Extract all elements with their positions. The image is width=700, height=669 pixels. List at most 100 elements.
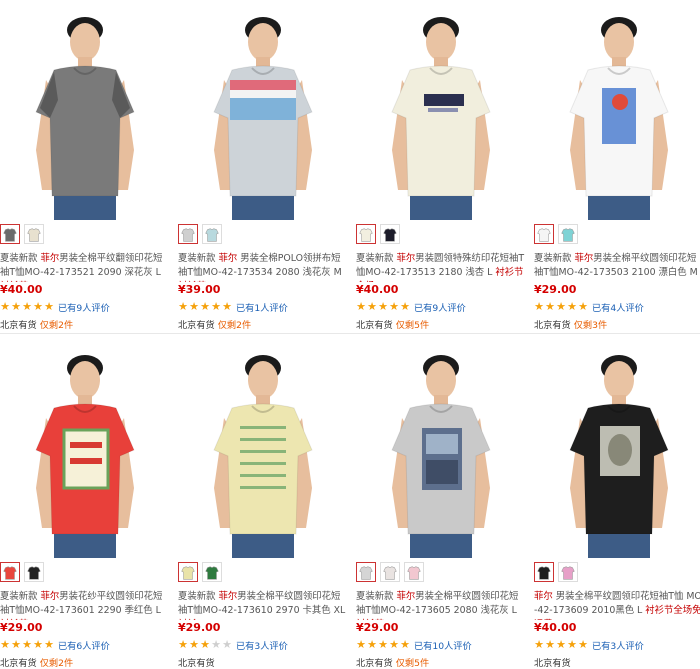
product-title[interactable]: 夏装新款 菲尔男装花纱平纹圆领印花短袖T恤MO-42-173601 2290 季… (0, 590, 170, 620)
color-swatch[interactable] (356, 562, 376, 582)
product-card[interactable]: 夏装新款 菲尔 男装全棉POLO领拼布短袖T恤MO-42-173534 2080… (178, 0, 348, 331)
star-icon: ★ (211, 638, 221, 651)
stock-location: 北京有货 (178, 320, 215, 331)
color-swatch[interactable] (202, 224, 222, 244)
color-swatch[interactable] (534, 224, 554, 244)
star-icon: ★ (211, 300, 221, 313)
stock-status: 北京有货 仅剩3件 (534, 317, 607, 331)
brand-name: 菲尔 (534, 591, 553, 602)
title-prefix: 夏装新款 (0, 591, 41, 602)
product-card[interactable]: 夏装新款 菲尔男装全棉平纹圆领印花短袖T恤MO-42-173605 2080 浅… (356, 338, 526, 669)
color-swatch[interactable] (534, 562, 554, 582)
brand-name: 菲尔 (40, 591, 60, 602)
product-title[interactable]: 夏装新款 菲尔男装全棉平纹翻领印花短袖T恤MO-42-173521 2090 深… (0, 252, 170, 282)
star-icon: ★ (578, 300, 588, 313)
color-swatch[interactable] (380, 224, 400, 244)
color-swatch[interactable] (178, 562, 198, 582)
product-card[interactable]: 菲尔 男装全棉平纹圆领印花短袖T恤 MO-42-173609 2010黑色 L … (534, 338, 700, 669)
product-card[interactable]: 夏装新款 菲尔男装圆领特殊纺印花短袖T恤MO-42-173513 2180 浅杏… (356, 0, 526, 331)
color-swatch[interactable] (404, 562, 424, 582)
model-photo (0, 338, 170, 558)
review-count-link[interactable]: 已有3人评价 (592, 638, 644, 652)
model-photo (0, 0, 170, 220)
promo-tag: 衬衫节 (356, 619, 384, 620)
product-title[interactable]: 夏装新款 菲尔男装圆领特殊纺印花短袖T恤MO-42-173513 2180 浅杏… (356, 252, 526, 282)
star-icon: ★ (356, 300, 366, 313)
product-image[interactable] (0, 0, 170, 220)
color-swatch[interactable] (202, 562, 222, 582)
product-image[interactable] (356, 0, 526, 220)
brand-name: 菲尔 (574, 253, 594, 264)
star-icon: ★ (222, 638, 232, 651)
tshirt-icon (537, 566, 551, 580)
star-icon: ★ (545, 300, 555, 313)
color-swatch[interactable] (0, 562, 20, 582)
product-card[interactable]: 夏装新款 菲尔男装全棉平纹翻领印花短袖T恤MO-42-173521 2090 深… (0, 0, 170, 331)
product-title[interactable]: 夏装新款 菲尔男装全棉平纹圆领印花短袖T恤MO-42-173503 2100 漂… (534, 252, 700, 282)
product-image[interactable] (534, 338, 700, 558)
tshirt-icon (561, 566, 575, 580)
color-swatch[interactable] (178, 224, 198, 244)
color-swatch[interactable] (558, 224, 578, 244)
product-price: ¥29.00 (0, 621, 43, 634)
color-swatch[interactable] (24, 224, 44, 244)
color-swatch[interactable] (356, 224, 376, 244)
product-price: ¥40.00 (0, 283, 43, 296)
review-count-link[interactable]: 已有10人评价 (414, 638, 472, 652)
product-title[interactable]: 菲尔 男装全棉平纹圆领印花短袖T恤 MO-42-173609 2010黑色 L … (534, 590, 700, 620)
product-title[interactable]: 夏装新款 菲尔 男装全棉POLO领拼布短袖T恤MO-42-173534 2080… (178, 252, 348, 282)
stock-remaining: 仅剩5件 (395, 658, 430, 669)
star-icon: ★ (178, 638, 188, 651)
star-icon: ★ (534, 300, 544, 313)
star-icon: ★ (222, 300, 232, 313)
product-image[interactable] (0, 338, 170, 558)
product-title[interactable]: 夏装新款 菲尔男装全棉平纹圆领印花短袖T恤MO-42-173610 2970 卡… (178, 590, 348, 620)
star-icon: ★ (0, 300, 10, 313)
title-prefix: 夏装新款 (356, 591, 397, 602)
star-icon: ★ (389, 638, 399, 651)
product-image[interactable] (178, 0, 348, 220)
star-icon: ★ (356, 638, 366, 651)
star-icon: ★ (0, 638, 10, 651)
tshirt-icon (359, 228, 373, 242)
color-swatch[interactable] (558, 562, 578, 582)
star-icon: ★ (389, 300, 399, 313)
star-icon: ★ (44, 638, 54, 651)
tshirt-icon (537, 228, 551, 242)
promo-tag: 衬衫节 (0, 281, 28, 282)
color-swatch[interactable] (0, 224, 20, 244)
stock-status: 北京有货 (534, 655, 574, 669)
product-image[interactable] (178, 338, 348, 558)
product-image[interactable] (534, 0, 700, 220)
review-count-link[interactable]: 已有4人评价 (592, 300, 644, 314)
product-card[interactable]: 夏装新款 菲尔男装全棉平纹圆领印花短袖T恤MO-42-173503 2100 漂… (534, 0, 700, 331)
star-icon: ★ (22, 638, 32, 651)
tshirt-icon (359, 566, 373, 580)
review-count-link[interactable]: 已有1人评价 (236, 300, 288, 314)
review-count-link[interactable]: 已有3人评价 (236, 638, 288, 652)
product-title[interactable]: 夏装新款 菲尔男装全棉平纹圆领印花短袖T恤MO-42-173605 2080 浅… (356, 590, 526, 620)
star-icon: ★ (189, 300, 199, 313)
tshirt-icon (181, 566, 195, 580)
review-count-link[interactable]: 已有9人评价 (58, 300, 110, 314)
tshirt-icon (205, 566, 219, 580)
color-swatch[interactable] (24, 562, 44, 582)
star-icon: ★ (400, 638, 410, 651)
star-icon: ★ (11, 638, 21, 651)
brand-name: 菲尔 (218, 591, 238, 602)
star-icon: ★ (11, 300, 21, 313)
tshirt-icon (383, 566, 397, 580)
star-icon: ★ (200, 300, 210, 313)
product-image[interactable] (356, 338, 526, 558)
model-photo (356, 338, 526, 558)
product-card[interactable]: 夏装新款 菲尔男装花纱平纹圆领印花短袖T恤MO-42-173601 2290 季… (0, 338, 170, 669)
product-card[interactable]: 夏装新款 菲尔男装全棉平纹圆领印花短袖T恤MO-42-173610 2970 卡… (178, 338, 348, 669)
title-prefix: 夏装新款 (178, 253, 219, 264)
review-count-link[interactable]: 已有6人评价 (58, 638, 110, 652)
review-count-link[interactable]: 已有9人评价 (414, 300, 466, 314)
color-swatch[interactable] (380, 562, 400, 582)
tshirt-icon (561, 228, 575, 242)
stock-remaining: 仅剩2件 (217, 320, 252, 331)
model-photo (356, 0, 526, 220)
model-photo (534, 0, 700, 220)
